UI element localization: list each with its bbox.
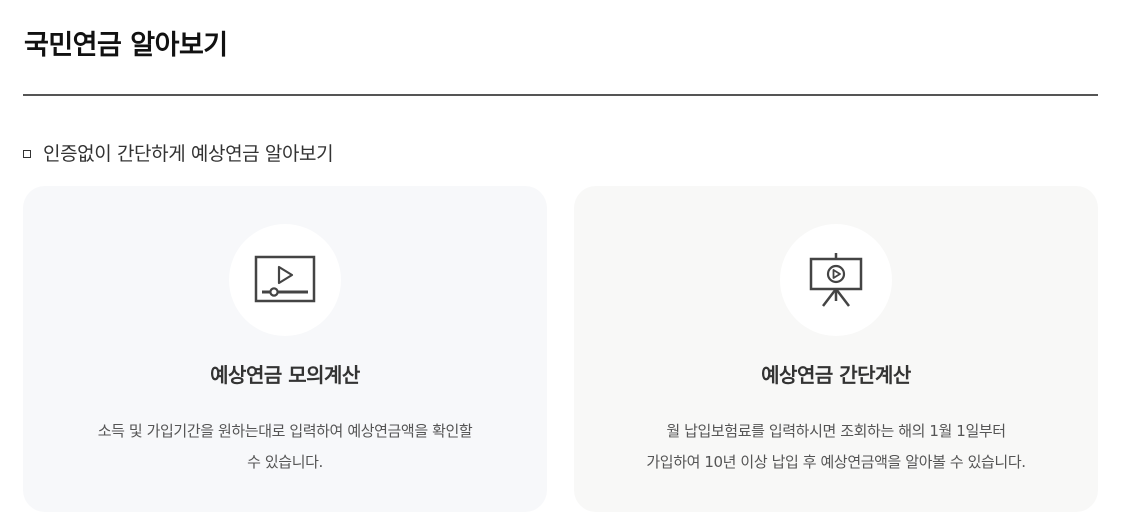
video-player-icon xyxy=(254,255,316,303)
card-description-line: 가입하여 10년 이상 납입 후 예상연금액을 알아볼 수 있습니다. xyxy=(646,453,1026,471)
section-heading-text: 인증없이 간단하게 예상연금 알아보기 xyxy=(43,143,334,165)
card-description: 소득 및 가입기간을 원하는대로 입력하여 예상연금액을 확인할 수 있습니다. xyxy=(23,416,547,478)
page-title: 국민연금 알아보기 xyxy=(24,30,228,61)
page: 국민연금 알아보기 인증없이 간단하게 예상연금 알아보기 예상연금 모의계산 … xyxy=(0,0,1124,518)
card-title: 예상연금 모의계산 xyxy=(210,363,360,387)
simple-calculation-card[interactable]: 예상연금 간단계산 월 납입보험료를 입력하시면 조회하는 해의 1월 1일부터… xyxy=(574,186,1098,512)
mock-calculation-card[interactable]: 예상연금 모의계산 소득 및 가입기간을 원하는대로 입력하여 예상연금액을 확… xyxy=(23,186,547,512)
card-title: 예상연금 간단계산 xyxy=(761,363,911,387)
card-description-line: 소득 및 가입기간을 원하는대로 입력하여 예상연금액을 확인할 xyxy=(97,422,473,440)
square-bullet-icon xyxy=(23,150,31,158)
card-description-line: 월 납입보험료를 입력하시면 조회하는 해의 1월 1일부터 xyxy=(666,422,1006,440)
icon-circle xyxy=(229,224,341,336)
icon-circle xyxy=(780,224,892,336)
presentation-easel-icon xyxy=(809,253,863,307)
card-description-line: 수 있습니다. xyxy=(247,453,323,471)
card-description: 월 납입보험료를 입력하시면 조회하는 해의 1월 1일부터 가입하여 10년 … xyxy=(574,416,1098,478)
section-heading: 인증없이 간단하게 예상연금 알아보기 xyxy=(23,140,334,168)
title-divider xyxy=(23,94,1098,96)
